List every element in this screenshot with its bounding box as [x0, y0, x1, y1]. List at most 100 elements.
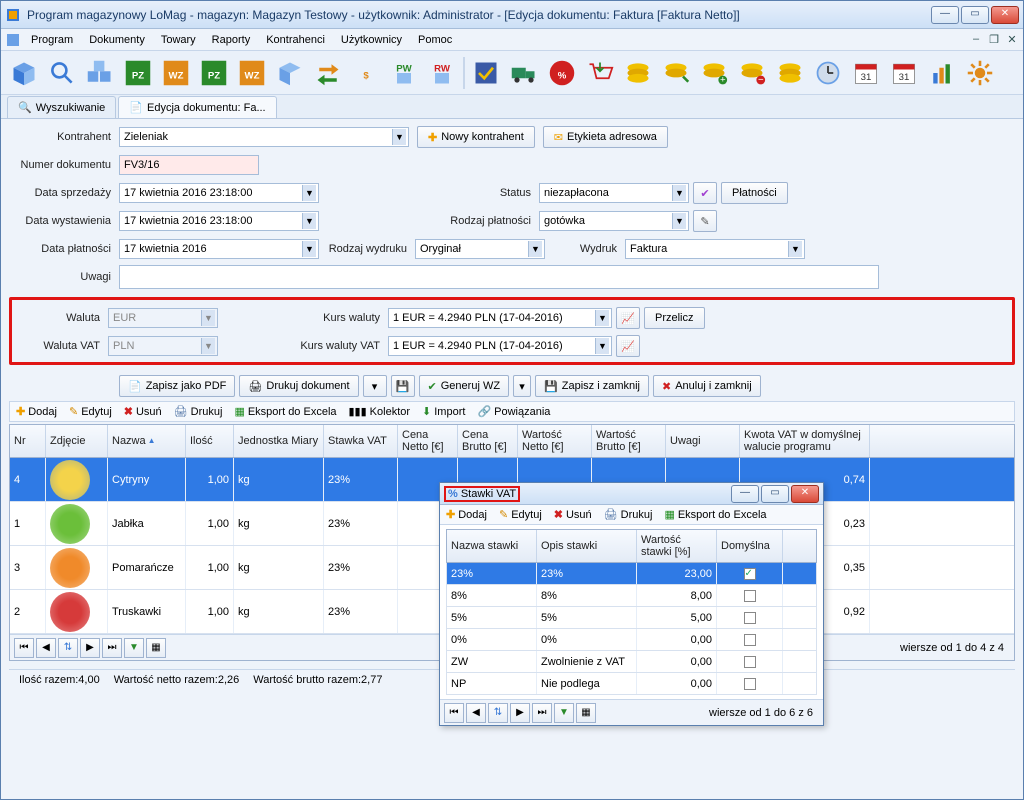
grid-col-5[interactable]: Stawka VAT — [324, 425, 398, 457]
payment-picker-button[interactable]: ✎ — [693, 210, 717, 232]
vat-delete-action[interactable]: ✖Usuń — [554, 508, 592, 521]
toolbar-coins3-icon[interactable]: + — [697, 56, 731, 90]
mdi-minimize-button[interactable]: – — [969, 33, 983, 46]
generate-wz-split-button[interactable]: ▾ — [513, 375, 531, 397]
vat-edit-action[interactable]: ✎Edytuj — [499, 508, 542, 521]
grid-col-7[interactable]: Cena Brutto [€] — [458, 425, 518, 457]
export-excel-action[interactable]: ▦Eksport do Excela — [234, 405, 336, 418]
grid-col-0[interactable]: Nr — [10, 425, 46, 457]
toolbar-pz2-icon[interactable]: PZ — [197, 56, 231, 90]
grid-next-button[interactable]: ▶ — [80, 638, 100, 658]
data-sprzedazy-field[interactable]: 17 kwietnia 2016 23:18:00▼ — [119, 183, 319, 203]
address-label-button[interactable]: ✉Etykieta adresowa — [543, 126, 668, 148]
menu-program[interactable]: Program — [23, 32, 81, 48]
toolbar-check-icon[interactable] — [469, 56, 503, 90]
menu-kontrahenci[interactable]: Kontrahenci — [258, 32, 333, 48]
grid-first-button[interactable]: ⏮ — [14, 638, 34, 658]
vat-col-3[interactable]: Domyślna — [717, 530, 783, 562]
numer-field[interactable]: FV3/16 — [119, 155, 259, 175]
delete-action[interactable]: ✖Usuń — [124, 405, 162, 418]
grid-col-2[interactable]: Nazwa ▲ — [108, 425, 186, 457]
vat-filter-button[interactable]: ▼ — [554, 703, 574, 723]
toolbar-cart-icon[interactable] — [583, 56, 617, 90]
toolbar-truck-icon[interactable] — [507, 56, 541, 90]
rodzaj-wydruku-combo[interactable]: Oryginał▼ — [415, 239, 545, 259]
toolbar-box-icon[interactable] — [7, 56, 41, 90]
grid-updown-button[interactable]: ⇅ — [58, 638, 78, 658]
kurs-waluty-vat-combo[interactable]: 1 EUR = 4.2940 PLN (17-04-2016)▼ — [388, 336, 612, 356]
tab-search[interactable]: 🔍Wyszukiwanie — [7, 96, 116, 118]
toolbar-cal1-icon[interactable]: 31 — [849, 56, 883, 90]
vat-row[interactable]: 23%23%23,00 — [446, 563, 817, 585]
toolbar-rw-icon[interactable]: RW — [425, 56, 459, 90]
toolbar-coins1-icon[interactable] — [621, 56, 655, 90]
toolbar-transfer-icon[interactable] — [311, 56, 345, 90]
waluta-combo[interactable]: EUR▼ — [108, 308, 218, 328]
print-action[interactable]: 🖨Drukuj — [174, 405, 223, 418]
vat-maximize-button[interactable]: ▭ — [761, 485, 789, 503]
wydruk-combo[interactable]: Faktura▼ — [625, 239, 805, 259]
toolbar-boxes-icon[interactable] — [83, 56, 117, 90]
grid-col-6[interactable]: Cena Netto [€] — [398, 425, 458, 457]
vat-minimize-button[interactable]: — — [731, 485, 759, 503]
toolbar-coins4-icon[interactable]: − — [735, 56, 769, 90]
kurs-vat-chart-button[interactable]: 📈 — [616, 335, 640, 357]
toolbar-coins5-icon[interactable] — [773, 56, 807, 90]
toolbar-gear-icon[interactable] — [963, 56, 997, 90]
grid-col-3[interactable]: Ilość — [186, 425, 234, 457]
toolbar-pz-icon[interactable]: PZ — [121, 56, 155, 90]
edit-action[interactable]: ✎Edytuj — [69, 405, 112, 418]
vat-export-action[interactable]: ▦Eksport do Excela — [664, 508, 766, 521]
data-platnosci-field[interactable]: 17 kwietnia 2016▼ — [119, 239, 319, 259]
tab-document[interactable]: 📄Edycja dokumentu: Fa... — [118, 96, 276, 118]
mdi-restore-button[interactable]: ❐ — [987, 33, 1001, 46]
menu-raporty[interactable]: Raporty — [204, 32, 259, 48]
grid-last-button[interactable]: ⏭ — [102, 638, 122, 658]
close-button[interactable]: ✕ — [991, 6, 1019, 24]
toolbar-percent-icon[interactable]: % — [545, 56, 579, 90]
vat-col-1[interactable]: Opis stawki — [537, 530, 637, 562]
vat-close-button[interactable]: ✕ — [791, 485, 819, 503]
kurs-chart-button[interactable]: 📈 — [616, 307, 640, 329]
status-combo[interactable]: niezapłacona▼ — [539, 183, 689, 203]
save-icon-button[interactable]: 💾 — [391, 375, 415, 397]
vat-first-button[interactable]: ⏮ — [444, 703, 464, 723]
grid-col-9[interactable]: Wartość Brutto [€] — [592, 425, 666, 457]
vat-next-button[interactable]: ▶ — [510, 703, 530, 723]
cancel-close-button[interactable]: ✖Anuluj i zamknij — [653, 375, 761, 397]
vat-prev-button[interactable]: ◀ — [466, 703, 486, 723]
add-action[interactable]: ✚Dodaj — [16, 405, 57, 418]
toolbar-coins2-icon[interactable] — [659, 56, 693, 90]
toolbar-money-icon[interactable]: $ — [349, 56, 383, 90]
toolbar-chart-icon[interactable] — [925, 56, 959, 90]
grid-col-11[interactable]: Kwota VAT w domyślnej walucie programu — [740, 425, 870, 457]
toolbar-wz-icon[interactable]: WZ — [159, 56, 193, 90]
waluta-vat-combo[interactable]: PLN▼ — [108, 336, 218, 356]
uwagi-field[interactable] — [119, 265, 879, 289]
status-picker-button[interactable]: ✔ — [693, 182, 717, 204]
print-split-button[interactable]: ▾ — [363, 375, 387, 397]
grid-settings-button[interactable]: ▦ — [146, 638, 166, 658]
vat-row[interactable]: 5%5%5,00 — [446, 607, 817, 629]
toolbar-pw-icon[interactable]: PW — [387, 56, 421, 90]
maximize-button[interactable]: ▭ — [961, 6, 989, 24]
platnosci-button[interactable]: Płatności — [721, 182, 788, 204]
vat-updown-button[interactable]: ⇅ — [488, 703, 508, 723]
grid-col-8[interactable]: Wartość Netto [€] — [518, 425, 592, 457]
vat-row[interactable]: 8%8%8,00 — [446, 585, 817, 607]
kolektor-action[interactable]: ▮▮▮Kolektor — [349, 405, 411, 418]
toolbar-search-icon[interactable] — [45, 56, 79, 90]
grid-filter-button[interactable]: ▼ — [124, 638, 144, 658]
grid-col-1[interactable]: Zdjęcie — [46, 425, 108, 457]
rodzaj-platnosci-combo[interactable]: gotówka▼ — [539, 211, 689, 231]
new-kontrahent-button[interactable]: ✚Nowy kontrahent — [417, 126, 535, 148]
vat-row[interactable]: ZWZwolnienie z VAT0,00 — [446, 651, 817, 673]
vat-row[interactable]: NPNie podlega0,00 — [446, 673, 817, 695]
vat-col-2[interactable]: Wartość stawki [%] — [637, 530, 717, 562]
print-document-button[interactable]: 🖨Drukuj dokument — [239, 375, 358, 397]
menu-pomoc[interactable]: Pomoc — [410, 32, 460, 48]
vat-add-action[interactable]: ✚Dodaj — [446, 508, 487, 521]
toolbar-cal2-icon[interactable]: 31 — [887, 56, 921, 90]
menu-dokumenty[interactable]: Dokumenty — [81, 32, 153, 48]
vat-print-action[interactable]: 🖨Drukuj — [604, 508, 653, 521]
